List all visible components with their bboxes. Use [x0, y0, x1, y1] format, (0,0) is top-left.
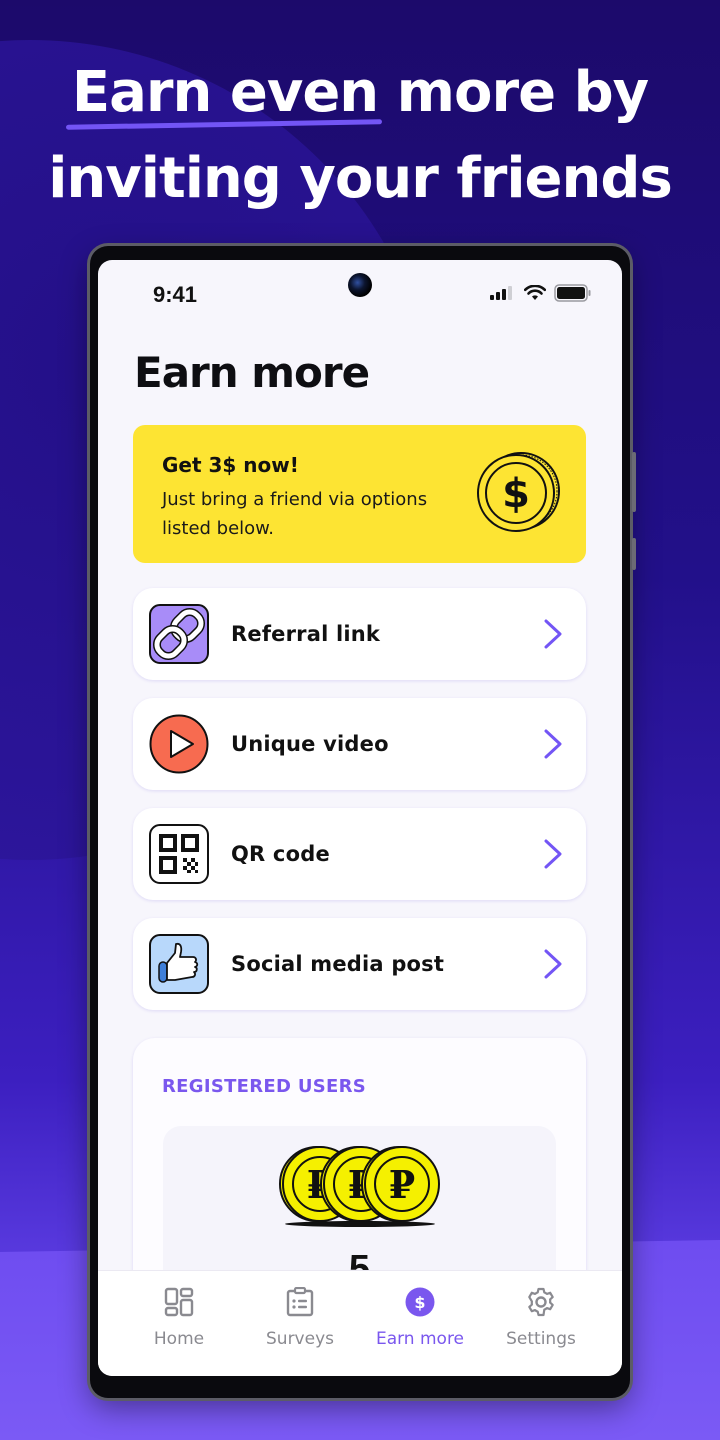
wifi-icon — [524, 285, 546, 300]
registered-users-title: REGISTERED USERS — [162, 1076, 367, 1097]
signal-icon — [490, 286, 512, 300]
svg-text:$: $ — [414, 1293, 425, 1312]
tab-label: Earn more — [375, 1329, 465, 1349]
power-button — [632, 538, 636, 570]
option-qr-code[interactable]: QR code — [133, 808, 586, 900]
tab-earn-more[interactable]: $ Earn more — [360, 1271, 480, 1376]
clipboard-list-icon — [286, 1287, 314, 1317]
phone-frame: 9:41 Earn more Get 3$ now! Just bring a … — [90, 246, 636, 1398]
front-camera — [348, 273, 372, 297]
tab-home[interactable]: Home — [119, 1271, 239, 1376]
dashboard-icon — [164, 1287, 194, 1317]
option-referral-link[interactable]: Referral link — [133, 588, 586, 680]
chevron-right-icon — [544, 949, 562, 979]
gear-icon — [528, 1287, 554, 1317]
chevron-right-icon — [544, 729, 562, 759]
promo-title: Get 3$ now! — [162, 453, 299, 477]
option-label: Unique video — [231, 732, 389, 756]
chevron-right-icon — [544, 839, 562, 869]
promo-text: Just bring a friend via options listed b… — [162, 489, 428, 539]
dollar-coin-icon: $ — [477, 452, 560, 532]
option-unique-video[interactable]: Unique video — [133, 698, 586, 790]
link-icon — [149, 604, 209, 664]
app-screen: 9:41 Earn more Get 3$ now! Just bring a … — [98, 260, 622, 1376]
tab-settings[interactable]: Settings — [481, 1271, 601, 1376]
battery-icon — [554, 284, 591, 302]
option-label: QR code — [231, 842, 330, 866]
promo-headline: Earn even more by inviting your friends — [0, 50, 720, 222]
tab-label: Home — [153, 1329, 205, 1349]
status-bar: 9:41 — [98, 260, 622, 320]
svg-text:₽: ₽ — [389, 1162, 415, 1207]
coins-stack-icon: ₽ ₽ ₽ — [279, 1146, 440, 1227]
option-label: Social media post — [231, 952, 445, 976]
promo-card: Get 3$ now! Just bring a friend via opti… — [133, 425, 586, 563]
thumbs-up-icon — [149, 934, 209, 994]
headline-line-2: inviting your friends — [48, 146, 673, 211]
play-icon — [149, 714, 209, 774]
page-title: Earn more — [134, 348, 370, 397]
tab-surveys[interactable]: Surveys — [240, 1271, 360, 1376]
status-icons — [490, 284, 592, 302]
dollar-circle-icon: $ — [405, 1287, 435, 1317]
chevron-right-icon — [544, 619, 562, 649]
option-label: Referral link — [231, 622, 381, 646]
option-social-media-post[interactable]: Social media post — [133, 918, 586, 1010]
status-time: 9:41 — [153, 282, 198, 307]
tab-label: Surveys — [266, 1329, 334, 1349]
svg-text:$: $ — [502, 471, 530, 517]
tab-label: Settings — [506, 1329, 576, 1349]
bottom-tab-bar: Home Surveys $ Earn more Settings — [98, 1270, 622, 1376]
volume-button — [632, 452, 636, 512]
qr-code-icon — [149, 824, 209, 884]
